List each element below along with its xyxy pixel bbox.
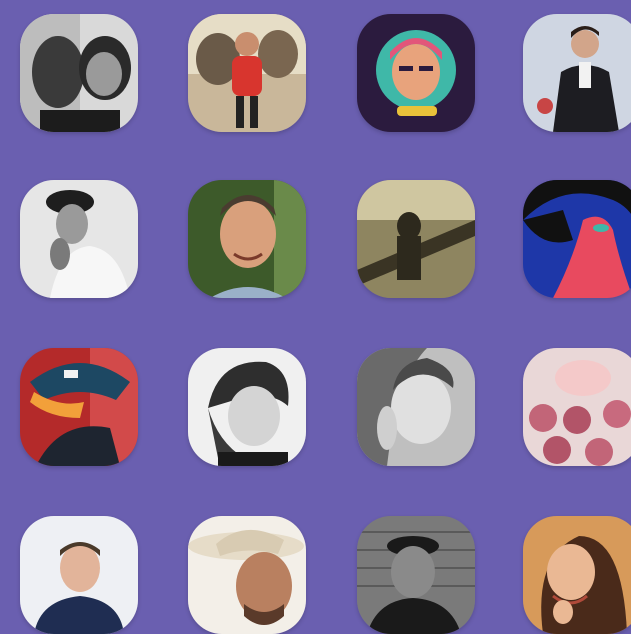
avatar-photo-icon bbox=[357, 180, 475, 298]
avatar-photo-icon bbox=[188, 516, 306, 634]
avatar-12[interactable] bbox=[523, 348, 631, 466]
avatar-illustration-icon bbox=[357, 14, 475, 132]
avatar-9[interactable] bbox=[20, 348, 138, 466]
avatar-1[interactable] bbox=[20, 14, 138, 132]
avatar-14[interactable] bbox=[188, 516, 306, 634]
avatar-5[interactable] bbox=[20, 180, 138, 298]
avatar-photo-icon bbox=[188, 348, 306, 466]
avatar-10[interactable] bbox=[188, 348, 306, 466]
avatar-photo-icon bbox=[20, 516, 138, 634]
avatar-15[interactable] bbox=[357, 516, 475, 634]
avatar-photo-icon bbox=[20, 180, 138, 298]
avatar-3[interactable] bbox=[357, 14, 475, 132]
avatar-8[interactable] bbox=[523, 180, 631, 298]
avatar-photo-icon bbox=[523, 348, 631, 466]
avatar-13[interactable] bbox=[20, 516, 138, 634]
avatar-photo-icon bbox=[188, 180, 306, 298]
avatar-16[interactable] bbox=[523, 516, 631, 634]
avatar-7[interactable] bbox=[357, 180, 475, 298]
avatar-photo-icon bbox=[523, 516, 631, 634]
avatar-photo-icon bbox=[20, 348, 138, 466]
avatar-photo-icon bbox=[523, 14, 631, 132]
avatar-photo-icon bbox=[357, 516, 475, 634]
avatar-photo-icon bbox=[20, 14, 138, 132]
avatar-2[interactable] bbox=[188, 14, 306, 132]
avatar-illustration-icon bbox=[523, 180, 631, 298]
avatar-grid bbox=[0, 0, 631, 634]
avatar-11[interactable] bbox=[357, 348, 475, 466]
avatar-4[interactable] bbox=[523, 14, 631, 132]
avatar-6[interactable] bbox=[188, 180, 306, 298]
avatar-photo-icon bbox=[357, 348, 475, 466]
avatar-photo-icon bbox=[188, 14, 306, 132]
